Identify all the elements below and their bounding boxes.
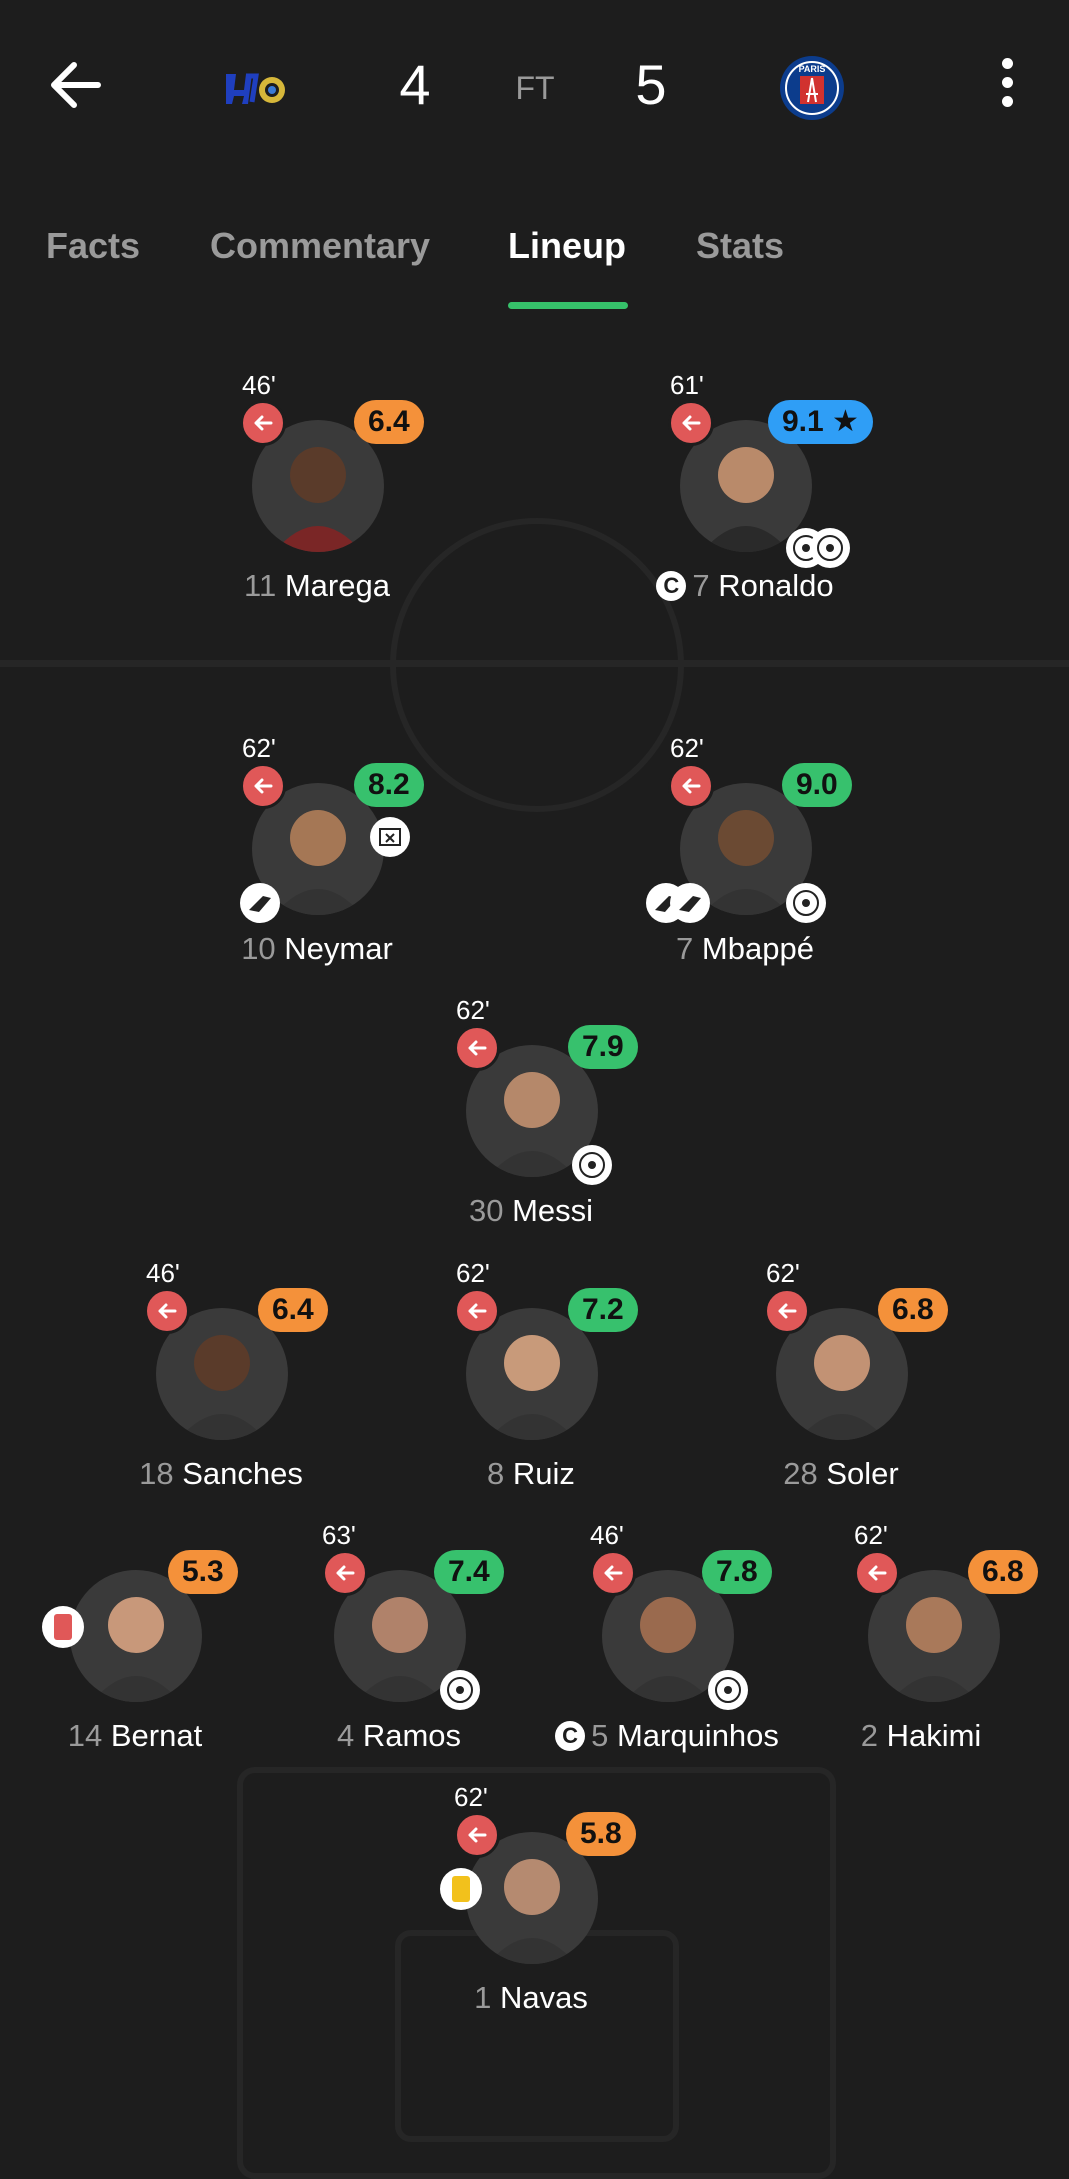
player-navas[interactable]: 62' 5.8 1 Navas	[416, 1782, 646, 2015]
player-rating: 5.3	[168, 1550, 238, 1594]
home-team-logo[interactable]	[222, 66, 288, 110]
lineup-pitch: 46' 6.4 11 Marega 61' 9.1 ★ C7 Ronaldo 6…	[0, 320, 1069, 2179]
more-dot-icon	[1001, 96, 1013, 107]
player-rating: 6.4	[258, 1288, 328, 1332]
player-name: 28 Soler	[783, 1456, 899, 1491]
sub-minute: 62'	[242, 733, 276, 763]
player-name: 8 Ruiz	[487, 1456, 575, 1491]
player-rating: 6.8	[968, 1550, 1038, 1594]
player-mbappe[interactable]: 62' 9.0 7 Mbappé	[630, 733, 860, 966]
sub-minute: 46'	[590, 1520, 624, 1550]
player-name: 30 Messi	[468, 1193, 594, 1228]
substituted-out-icon	[240, 763, 286, 809]
player-rating: 6.8	[878, 1288, 948, 1332]
away-score: 5	[635, 53, 667, 116]
player-marquinhos[interactable]: 46' 7.8 C5 Marquinhos	[552, 1520, 782, 1753]
tab-commentary[interactable]: Commentary	[210, 225, 430, 267]
player-rating: 6.4	[354, 400, 424, 444]
player-name: 10 Neymar	[241, 931, 393, 966]
home-team-crest-icon	[226, 73, 285, 104]
substituted-out-icon	[454, 1025, 500, 1071]
arrow-left-icon	[51, 62, 101, 108]
player-name: 18 Sanches	[139, 1456, 303, 1491]
substituted-out-icon	[240, 400, 286, 446]
player-rating: 9.1 ★	[768, 400, 873, 444]
substituted-out-icon	[764, 1288, 810, 1334]
substituted-out-icon	[322, 1550, 368, 1596]
goal-ball-icon	[708, 1670, 748, 1710]
assist-boot-icon	[240, 883, 280, 923]
captain-badge: C	[656, 571, 687, 601]
sub-minute: 46'	[146, 1258, 180, 1288]
player-ruiz[interactable]: 62' 7.2 8 Ruiz	[416, 1258, 646, 1491]
player-marega[interactable]: 46' 6.4 11 Marega	[202, 370, 432, 603]
player-bernat[interactable]: 5.3 14 Bernat	[20, 1520, 250, 1753]
tab-stats[interactable]: Stats	[696, 225, 784, 267]
sub-minute: 62'	[456, 1258, 490, 1288]
player-sanches[interactable]: 46' 6.4 18 Sanches	[106, 1258, 336, 1491]
player-name: C7 Ronaldo	[590, 568, 900, 604]
sub-minute: 62'	[670, 733, 704, 763]
assist-boot-icon	[670, 883, 710, 923]
sub-minute: 62'	[454, 1782, 488, 1812]
substituted-out-icon	[854, 1550, 900, 1596]
sub-minute: 61'	[670, 370, 704, 400]
player-rating: 7.8	[702, 1550, 772, 1594]
missed-penalty-icon	[370, 817, 410, 857]
captain-badge: C	[555, 1721, 586, 1751]
player-rating: 9.0	[782, 763, 852, 807]
player-ronaldo[interactable]: 61' 9.1 ★ C7 Ronaldo	[630, 370, 873, 603]
goal-ball-icon	[572, 1145, 612, 1185]
player-name: 2 Hakimi	[860, 1718, 982, 1753]
player-ramos[interactable]: 63' 7.4 4 Ramos	[284, 1520, 514, 1753]
home-score: 4	[399, 53, 431, 116]
player-rating: 8.2	[354, 763, 424, 807]
back-button[interactable]	[48, 60, 108, 110]
player-name: 11 Marega	[244, 568, 390, 603]
substituted-out-icon	[144, 1288, 190, 1334]
active-tab-indicator	[508, 302, 628, 309]
goal-ball-icon	[810, 528, 850, 568]
match-status: FT	[515, 70, 555, 106]
sub-minute: 46'	[242, 370, 276, 400]
sub-minute: 62'	[456, 995, 490, 1025]
tab-lineup[interactable]: Lineup	[508, 225, 626, 267]
player-messi[interactable]: 62' 7.9 30 Messi	[416, 995, 646, 1228]
player-name: 4 Ramos	[336, 1718, 462, 1753]
player-neymar[interactable]: 62' 8.2 10 Neymar	[202, 733, 432, 966]
player-hakimi[interactable]: 62' 6.8 2 Hakimi	[818, 1520, 1048, 1753]
away-logo-text: PARIS	[799, 64, 826, 74]
sub-minute: 63'	[322, 1520, 356, 1550]
goal-ball-icon	[440, 1670, 480, 1710]
substituted-out-icon	[590, 1550, 636, 1596]
psg-crest-icon: PARIS	[780, 56, 844, 120]
substituted-out-icon	[668, 763, 714, 809]
tab-facts[interactable]: Facts	[46, 225, 140, 267]
player-rating: 7.9	[568, 1025, 638, 1069]
more-dot-icon	[1001, 58, 1013, 69]
away-team-logo[interactable]: PARIS	[778, 54, 846, 122]
player-rating: 5.8	[566, 1812, 636, 1856]
player-rating: 7.4	[434, 1550, 504, 1594]
more-options-button[interactable]	[990, 58, 1024, 110]
tab-bar: Facts Commentary Lineup Stats	[0, 215, 1069, 310]
player-name: 1 Navas	[474, 1980, 588, 2015]
substituted-out-icon	[454, 1288, 500, 1334]
player-rating: 7.2	[568, 1288, 638, 1332]
yellow-card-icon	[440, 1868, 482, 1910]
red-card-icon	[42, 1606, 84, 1648]
sub-minute: 62'	[766, 1258, 800, 1288]
goal-ball-icon	[786, 883, 826, 923]
sub-minute: 62'	[854, 1520, 888, 1550]
player-name: 7 Mbappé	[676, 931, 814, 966]
more-dot-icon	[1001, 77, 1013, 88]
player-soler[interactable]: 62' 6.8 28 Soler	[726, 1258, 956, 1491]
match-header: 4 FT 5 PARIS	[0, 0, 1069, 180]
substituted-out-icon	[668, 400, 714, 446]
substituted-out-icon	[454, 1812, 500, 1858]
